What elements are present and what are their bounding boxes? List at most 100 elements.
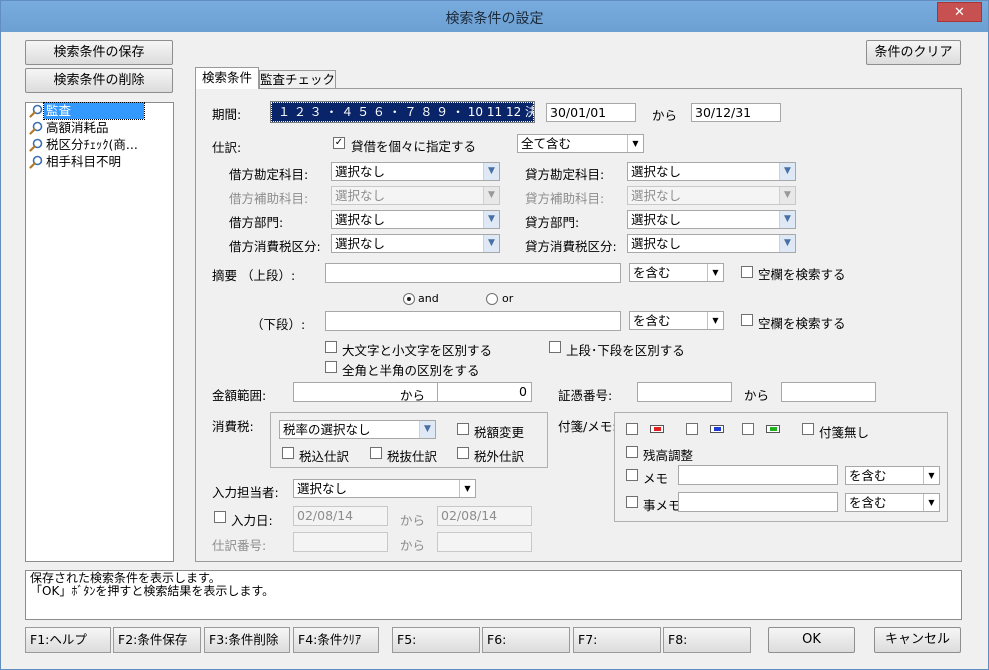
voucher-sep: から <box>744 388 770 403</box>
balance-checkbox[interactable] <box>626 446 638 458</box>
jimemo-input[interactable] <box>678 492 838 512</box>
chevron-down-icon: ▼ <box>459 480 475 497</box>
tax-outside-checkbox[interactable] <box>457 447 469 459</box>
input-person-combo[interactable]: 選択なし ▼ <box>293 479 476 498</box>
amount-label: 金額範囲: <box>212 388 267 403</box>
fkey-button-f8[interactable]: F8: <box>663 627 751 653</box>
tekiyo-upper-input[interactable] <box>325 263 621 283</box>
tax-outside-label: 税外仕訳 <box>474 449 525 464</box>
memo-label: メモ <box>643 471 669 486</box>
amount-to-input[interactable]: 0 <box>437 382 532 402</box>
input-date-to[interactable]: 02/08/14 <box>437 506 532 526</box>
delete-condition-button[interactable]: 検索条件の削除 <box>25 68 173 93</box>
individual-checkbox[interactable]: ✓ <box>333 137 345 149</box>
credit-sub-combo[interactable]: 選択なし ▼ <box>627 186 796 205</box>
tekiyo-upper-match-combo[interactable]: を含む ▼ <box>629 263 724 282</box>
tax-changed-label: 税額変更 <box>474 425 525 440</box>
amount-sep: から <box>400 388 426 403</box>
debit-account-label: 借方勘定科目: <box>229 167 309 182</box>
fkey-button-f7[interactable]: F7: <box>573 627 661 653</box>
memo-input[interactable] <box>678 465 838 485</box>
chevron-down-icon: ▼ <box>923 467 939 484</box>
condition-list-item[interactable]: 高額消耗品 <box>26 120 173 137</box>
voucher-to-input[interactable] <box>781 382 876 402</box>
blue-tag-icon <box>710 425 724 433</box>
month-range-selector[interactable]: １ ２ ３ ・ ４ ５ ６ ・ ７ ８ ９ ・ 10 11 12 決 <box>270 101 537 123</box>
period-to-input[interactable]: 30/12/31 <box>691 103 781 122</box>
tax-rate-combo[interactable]: 税率の選択なし ▼ <box>279 420 436 439</box>
condition-list-item[interactable]: 相手科目不明 <box>26 154 173 171</box>
memo-match-combo[interactable]: を含む ▼ <box>845 466 940 485</box>
width-checkbox[interactable] <box>325 361 337 373</box>
fusen-green-checkbox[interactable] <box>742 423 754 435</box>
updown-checkbox[interactable] <box>549 341 561 353</box>
upper-blank-checkbox[interactable] <box>741 266 753 278</box>
fusen-none-checkbox[interactable] <box>802 423 814 435</box>
save-condition-button[interactable]: 検索条件の保存 <box>25 40 173 65</box>
chevron-down-icon: ▼ <box>779 163 795 180</box>
and-radio[interactable] <box>403 293 415 305</box>
tekiyo-lower-match-combo[interactable]: を含む ▼ <box>629 311 724 330</box>
tax-changed-checkbox[interactable] <box>457 423 469 435</box>
tekiyo-upper-label: 摘要 （上段）: <box>212 268 296 283</box>
magnifier-icon <box>29 104 43 118</box>
fkey-button-f4[interactable]: F4:条件ｸﾘｱ <box>293 627 379 653</box>
tab-search-conditions[interactable]: 検索条件 <box>195 67 259 89</box>
close-button[interactable]: ✕ <box>937 2 982 22</box>
input-date-from[interactable]: 02/08/14 <box>293 506 388 526</box>
chevron-down-icon: ▼ <box>483 235 499 252</box>
input-date-checkbox[interactable] <box>214 511 226 523</box>
shiwake-no-label: 仕訳番号: <box>212 538 267 553</box>
voucher-label: 証憑番号: <box>558 388 613 403</box>
condition-list-item[interactable]: 税区分ﾁｪｯｸ(商... <box>26 137 173 154</box>
title-bar[interactable]: 検索条件の設定 ✕ <box>1 1 988 32</box>
or-radio[interactable] <box>486 293 498 305</box>
fusen-red-checkbox[interactable] <box>626 423 638 435</box>
shiwake-no-from[interactable] <box>293 532 388 552</box>
period-from-input[interactable]: 30/01/01 <box>546 103 636 122</box>
fkey-button-f3[interactable]: F3:条件削除 <box>204 627 290 653</box>
credit-dept-combo[interactable]: 選択なし ▼ <box>627 210 796 229</box>
memo-checkbox[interactable] <box>626 469 638 481</box>
fkey-button-f6[interactable]: F6: <box>482 627 570 653</box>
fusen-blue-checkbox[interactable] <box>686 423 698 435</box>
credit-tax-combo[interactable]: 選択なし ▼ <box>627 234 796 253</box>
debit-dept-label: 借方部門: <box>229 215 284 230</box>
red-tag-icon <box>650 425 664 433</box>
jimemo-checkbox[interactable] <box>626 496 638 508</box>
tax-exclusive-checkbox[interactable] <box>370 447 382 459</box>
tekiyo-lower-input[interactable] <box>325 311 621 331</box>
voucher-from-input[interactable] <box>637 382 732 402</box>
tax-inclusive-checkbox[interactable] <box>282 447 294 459</box>
fkey-button-f1[interactable]: F1:ヘルプ <box>25 627 111 653</box>
fusen-none-label: 付箋無し <box>819 425 870 440</box>
tab-audit-check[interactable]: 監査チェック <box>259 70 336 89</box>
ok-button[interactable]: OK <box>768 627 855 653</box>
condition-list-item[interactable]: 監査 <box>26 102 173 120</box>
tekiyo-lower-label: （下段）: <box>251 317 306 332</box>
chevron-down-icon: ▼ <box>779 211 795 228</box>
condition-label: 高額消耗品 <box>46 120 109 135</box>
fkey-button-f5[interactable]: F5: <box>392 627 480 653</box>
individual-checkbox-label: 貸借を個々に指定する <box>351 139 477 154</box>
chevron-down-icon: ▼ <box>627 135 643 152</box>
case-label: 大文字と小文字を区別する <box>342 343 493 358</box>
shiwake-no-to[interactable] <box>437 532 532 552</box>
clear-conditions-button[interactable]: 条件のクリア <box>866 40 961 65</box>
fkey-button-f2[interactable]: F2:条件保存 <box>113 627 201 653</box>
lower-blank-checkbox[interactable] <box>741 314 753 326</box>
magnifier-icon <box>29 155 43 169</box>
jimemo-match-combo[interactable]: を含む ▼ <box>845 493 940 512</box>
chevron-down-icon: ▼ <box>707 264 723 281</box>
debit-account-combo[interactable]: 選択なし ▼ <box>331 162 500 181</box>
case-checkbox[interactable] <box>325 341 337 353</box>
debit-dept-combo[interactable]: 選択なし ▼ <box>331 210 500 229</box>
credit-account-combo[interactable]: 選択なし ▼ <box>627 162 796 181</box>
saved-conditions-list[interactable]: 監査 高額消耗品税区分ﾁｪｯｸ(商... 相手科目不明 <box>25 102 174 562</box>
magnifier-icon <box>29 138 43 152</box>
debit-sub-combo[interactable]: 選択なし ▼ <box>331 186 500 205</box>
cancel-button[interactable]: キャンセル <box>874 627 961 653</box>
include-combo[interactable]: 全て含む ▼ <box>517 134 644 153</box>
magnifier-icon <box>29 121 43 135</box>
debit-tax-combo[interactable]: 選択なし ▼ <box>331 234 500 253</box>
